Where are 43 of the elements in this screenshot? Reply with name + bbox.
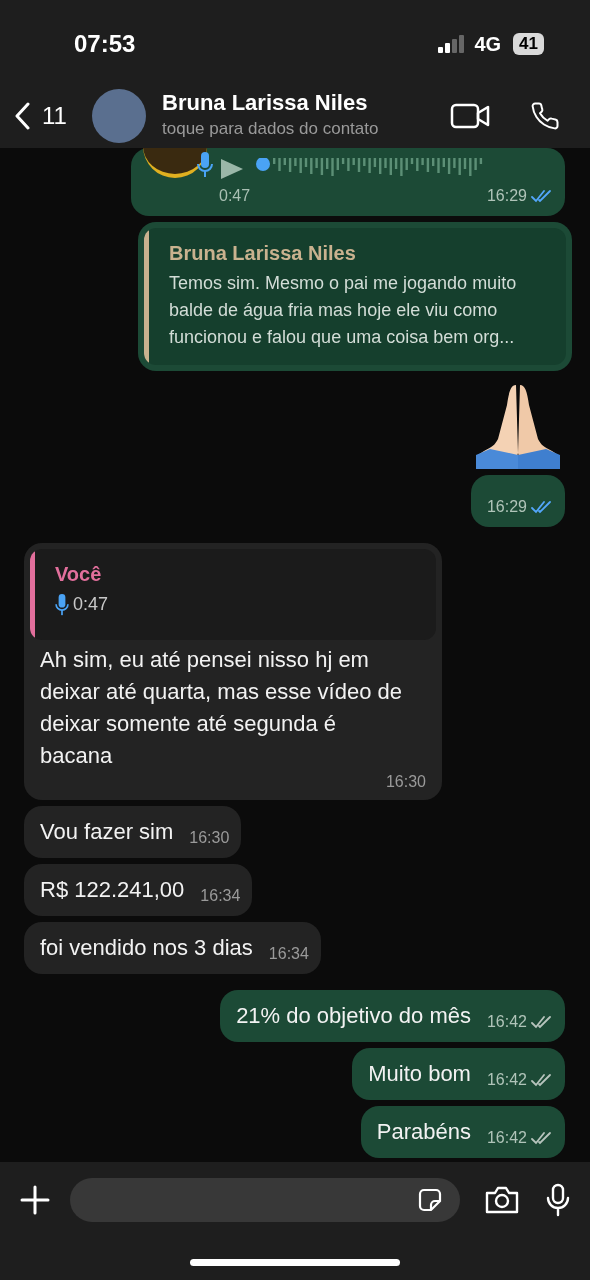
network-type: 4G <box>474 32 502 57</box>
photo-placeholder <box>143 148 207 178</box>
play-icon[interactable] <box>219 159 243 179</box>
video-call-icon[interactable] <box>450 103 490 129</box>
contact-subtitle: toque para dados do contato <box>162 118 380 141</box>
microphone-icon <box>55 593 69 616</box>
message-time: 16:34 <box>200 886 241 906</box>
quote-author: Bruna Larissa Niles <box>169 241 357 266</box>
message-input-field[interactable] <box>70 1178 460 1222</box>
contact-name[interactable]: Bruna Larissa Niles <box>162 90 450 117</box>
voice-duration: 0:47 <box>219 186 251 206</box>
microphone-icon <box>197 152 213 178</box>
quoted-message[interactable]: Bruna Larissa Niles Temos sim. Mesmo o pai me jogando muito balde de água fria mas hoje ele viu como funcionou e falou que uma coisa bem org... <box>144 228 566 365</box>
quote-text: Temos sim. Mesmo o pai me jogando muito balde de água fria mas hoje ele viu como funcionou e falou que uma coisa bem org... <box>169 272 518 349</box>
plus-icon[interactable] <box>20 1185 50 1215</box>
battery-indicator: 41 <box>513 33 544 55</box>
message-text: Vou fazer sim <box>40 818 174 846</box>
message-time: 16:42 <box>486 1012 527 1032</box>
avatar[interactable] <box>92 89 146 143</box>
phone-icon[interactable] <box>530 101 560 131</box>
message-time: 16:42 <box>486 1070 527 1090</box>
camera-icon[interactable] <box>484 1185 520 1215</box>
signal-icon <box>438 35 467 53</box>
message-time: 16:42 <box>486 1128 527 1148</box>
message-time: 16:30 <box>385 772 426 792</box>
message-time: 16:30 <box>189 828 230 848</box>
message-text: Ah sim, eu até pensei nisso hj em deixar até quarta, mas esse vídeo de deixar somente até segunda é bacana <box>40 646 402 770</box>
quoted-message[interactable]: Você 0:47 <box>30 549 436 640</box>
chevron-left-icon <box>14 102 30 130</box>
message-text: Muito bom <box>368 1060 471 1088</box>
message-time: 16:29 <box>486 497 527 517</box>
message-time: 16:34 <box>268 944 309 964</box>
microphone-icon[interactable] <box>546 1183 570 1217</box>
message-text: Parabéns <box>376 1118 471 1146</box>
quote-author: Você <box>55 562 103 587</box>
message-text: R$ 122.241,00 <box>40 876 185 904</box>
status-time: 07:53 <box>74 29 136 59</box>
message-time: 16:29 <box>486 186 527 206</box>
back-button[interactable]: 11 <box>14 98 92 134</box>
message-text: 21% do objetivo do mês <box>236 1002 471 1030</box>
sticker-icon[interactable] <box>416 1186 444 1214</box>
message-text: foi vendido nos 3 dias <box>40 934 253 962</box>
quote-voice-duration: 0:47 <box>73 593 109 616</box>
